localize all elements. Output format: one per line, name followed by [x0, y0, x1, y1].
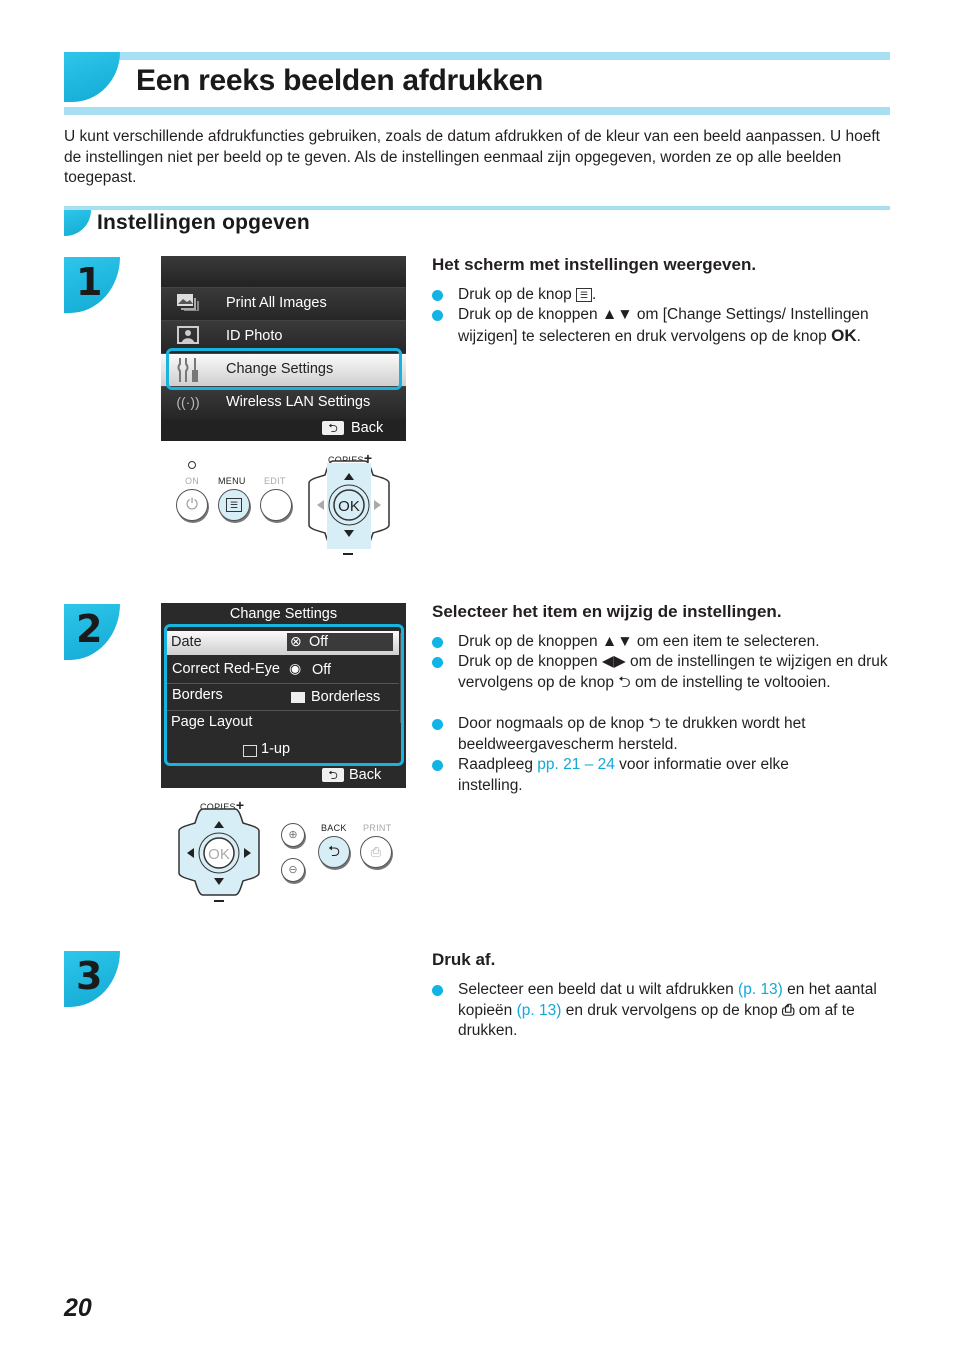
section-rule: [64, 206, 890, 210]
page-link[interactable]: (p. 13): [517, 1002, 562, 1019]
intro-paragraph: U kunt verschillende afdrukfuncties gebr…: [64, 128, 880, 187]
step2-bullet-1: Druk op de knoppen ▲▼ om een item te sel…: [432, 632, 918, 653]
page-title: Een reeks beelden afdrukken: [136, 64, 544, 97]
menu-item-print-all[interactable]: Print All Images: [161, 287, 406, 320]
print-button-label: PRINT: [363, 823, 392, 833]
dpad[interactable]: OK: [173, 805, 265, 903]
ok-label: OK: [338, 498, 360, 515]
minus-icon: [343, 553, 353, 555]
lcd-settings-screen: Change Settings Date ⊗ Off Correct Red-E…: [161, 603, 406, 788]
step-badge-2: 2: [64, 604, 120, 660]
step2-bullet-3: Door nogmaals op de knop ⮌ te drukken wo…: [432, 714, 868, 755]
edit-button[interactable]: [260, 489, 292, 521]
back-label: Back: [351, 420, 384, 436]
step2-bullet-4: Raadpleeg pp. 21 – 24 voor informatie ov…: [432, 755, 838, 796]
step-number: 3: [76, 954, 103, 998]
step2-heading: Selecteer het item en wijzig de instelli…: [432, 602, 782, 621]
menu-item-wireless[interactable]: ((·)) Wireless LAN Settings: [161, 386, 406, 419]
step-badge-1: 1: [64, 257, 120, 313]
ok-button-icon: OK: [831, 325, 857, 345]
wireless-icon: ((·)): [176, 394, 200, 410]
ok-label: OK: [208, 846, 230, 863]
menu-icon: ☰: [226, 498, 242, 512]
back-button[interactable]: ⮌: [318, 836, 350, 868]
back-icon: ⮌: [322, 421, 344, 435]
menu-label: MENU: [218, 476, 246, 486]
title-banner-top: [64, 52, 890, 60]
menu-button-icon: ☰: [576, 287, 593, 302]
id-photo-icon: [175, 326, 201, 346]
edit-label: EDIT: [264, 476, 286, 486]
back-button-label: BACK: [321, 823, 347, 833]
images-icon: [175, 293, 201, 313]
title-banner-bottom: [64, 107, 890, 115]
step-number: 1: [76, 260, 103, 304]
zoom-in-button[interactable]: ⊕: [281, 823, 305, 847]
page-link[interactable]: (p. 13): [738, 981, 783, 998]
step-number: 2: [76, 607, 103, 651]
print-icon: ⎙: [782, 1001, 795, 1019]
screen-title: Change Settings: [229, 606, 338, 622]
selection-highlight: [164, 624, 404, 766]
print-button[interactable]: ⎙: [360, 836, 392, 868]
page-link[interactable]: pp. 21 – 24: [537, 756, 615, 773]
power-button[interactable]: ⏻: [176, 489, 208, 521]
step3-heading: Druk af.: [432, 950, 496, 969]
step3-bullet-1: Selecteer een beeld dat u wilt afdrukken…: [432, 980, 898, 1042]
section-tab-decoration: [64, 210, 91, 236]
dpad[interactable]: OK: [303, 457, 395, 555]
title-tab-decoration: [64, 52, 120, 102]
section-title: Instellingen opgeven: [97, 211, 310, 234]
on-label: ON: [185, 476, 200, 486]
printer-controls-step1: ON MENU EDIT ⏻ ☰ COPIES+ OK: [161, 445, 411, 560]
step1-bullet-1: Druk op de knop ☰.: [432, 285, 918, 306]
step-badge-3: 3: [64, 951, 120, 1007]
page-number: 20: [64, 1294, 92, 1322]
step1-heading: Het scherm met instellingen weergeven.: [432, 255, 757, 274]
step2-bullet-2: Druk op de knoppen ◀▶ om de instellingen…: [432, 652, 888, 693]
zoom-out-button[interactable]: ⊖: [281, 858, 305, 882]
step1-bullet-2: Druk op de knoppen ▲▼ om [Change Setting…: [432, 305, 898, 347]
menu-button[interactable]: ☰: [218, 489, 250, 521]
back-icon: ⮌: [322, 768, 344, 782]
back-label: Back: [349, 767, 382, 783]
minus-icon: [214, 900, 224, 902]
power-led-icon: [188, 461, 196, 469]
selection-highlight: [166, 348, 402, 390]
printer-controls-step2: COPIES+ OK ⊕ ⊖ BACK PRINT ⮌ ⎙: [161, 790, 411, 910]
lcd-menu-screen: Print All Images ID Photo Change Setting…: [161, 256, 406, 441]
